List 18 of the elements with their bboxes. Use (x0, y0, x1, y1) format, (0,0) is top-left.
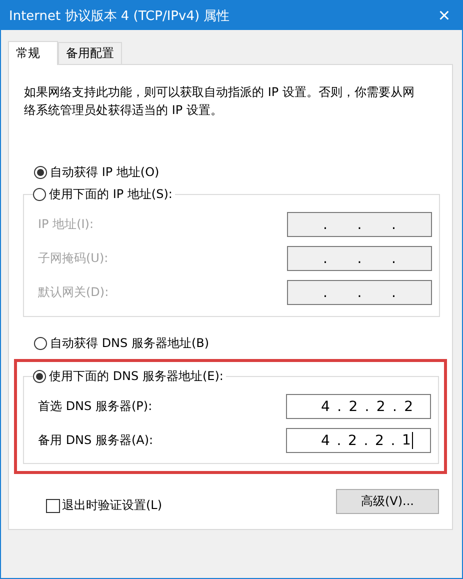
advanced-button[interactable]: 高级(V)... (336, 489, 439, 514)
radio-option[interactable]: 使用下面的 DNS 服务器地址(E): (33, 368, 226, 385)
checkbox-option[interactable]: 退出时验证设置(L) (46, 497, 162, 514)
close-button[interactable]: × (436, 6, 452, 26)
tab[interactable]: 备用配置 (58, 42, 122, 64)
description-text: 如果网络支持此功能，则可以获取自动指派的 IP 设置。否则，你需要从网络系统管理员处获得适当的 IP 设置。 (24, 84, 416, 119)
radio-button[interactable] (34, 337, 47, 350)
checkbox[interactable] (46, 498, 60, 512)
field-label: 默认网关(D): (38, 284, 109, 301)
ip-address-field[interactable]: 4 . 2 . 2 . 2 (286, 394, 431, 419)
window-title: Internet 协议版本 4 (TCP/IPv4) 属性 (9, 8, 230, 24)
field-label: 子网掩码(U): (38, 250, 108, 267)
field-label: 备用 DNS 服务器(A): (38, 432, 154, 449)
radio-button[interactable] (33, 370, 46, 383)
field-label: IP 地址(I): (38, 216, 94, 233)
ip-address-field[interactable]: 4 . 2 . 2 . 1 (286, 428, 431, 453)
field-label: 首选 DNS 服务器(P): (38, 398, 152, 415)
tab[interactable]: 常规 (8, 41, 58, 65)
